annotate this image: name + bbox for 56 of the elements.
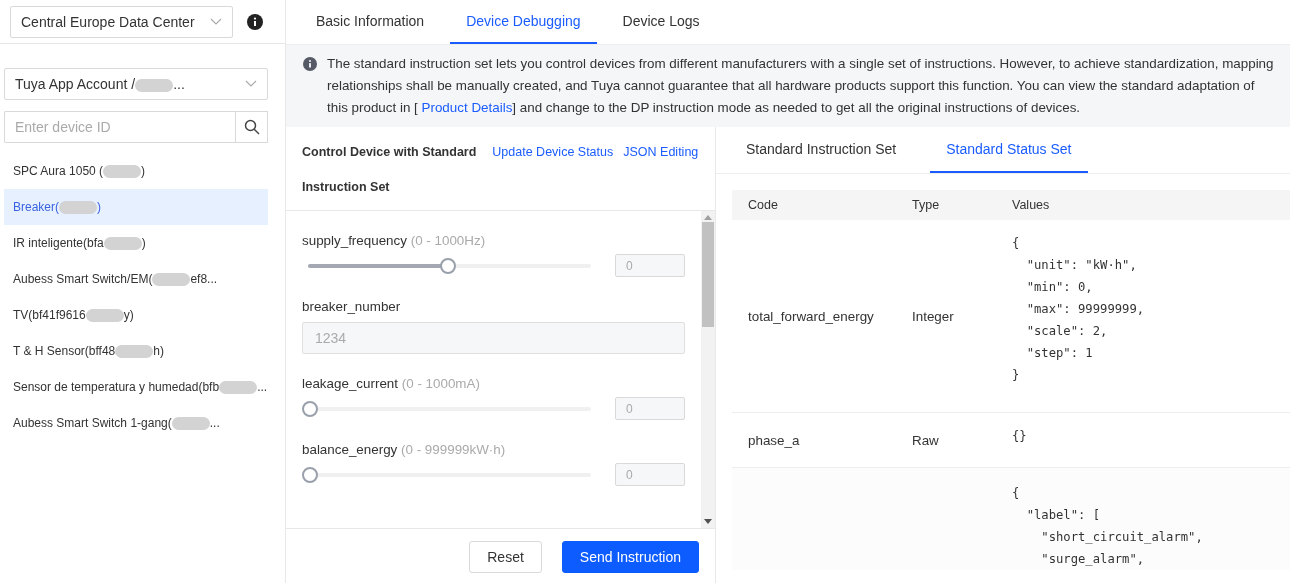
table-cell: phase_a [732,412,896,468]
redaction-mark [152,273,191,287]
device-item[interactable]: Sensor de temperatura y humedad(bfb ... [4,369,268,405]
redaction-mark [135,78,174,92]
device-item[interactable]: Aubess Smart Switch 1-gang( ... [4,405,268,441]
reset-button[interactable]: Reset [469,540,542,573]
notice-text: The standard instruction set lets you control devices from different manufacturers with a single set of instructions. However, to achieve standardization, mapping relationships shall be manually created, and Tuya cannot guarantee that all hardware products support this function. You can view the standard adaptation of this product in [ Product Details] and change to the DP instruction mode as needed to get all the original instructions of devices. [327,55,1274,117]
device-item[interactable]: Breaker( ) [4,189,268,225]
search-icon [243,119,260,135]
tab[interactable]: Device Logs [606,0,716,44]
table-cell: Integer [896,220,996,413]
chevron-down-icon [245,80,257,88]
device-item[interactable]: Aubess Smart Switch/EM( ef8... [4,261,268,297]
redaction-mark [103,237,142,251]
column-header: Values [996,190,1290,220]
redaction-mark [59,201,97,215]
device-item[interactable]: TV(bf41f9616 y) [4,297,268,333]
search-button[interactable] [235,111,268,143]
table-cell: total_forward_energy [732,220,896,413]
field-label: balance_energy (0 - 999999kW·h) [302,442,507,457]
link[interactable]: Update Device Status [492,145,614,159]
scroll-up-icon[interactable] [704,215,712,220]
column-header: Type [896,190,996,220]
redaction-mark [85,309,124,323]
field-label: leakage_current (0 - 1000mA) [302,376,481,391]
link[interactable]: JSON Editing [623,145,699,159]
field-label: breaker_number [302,299,402,314]
tab[interactable]: Standard Instruction Set [730,127,913,173]
redaction-mark [103,165,142,179]
info-icon [303,57,317,71]
json-value: { "unit": "kW·h", "min": 0, "max": 99999999, "scale": 2, "step": 1 } [1012,235,1146,384]
chevron-down-icon [210,17,222,26]
slider[interactable] [302,466,593,483]
send-button[interactable]: Send Instruction [561,540,699,573]
scrollbar[interactable] [701,211,715,528]
json-value: { "label": [ "short_circuit_alarm", "surge_alarm", [1012,485,1204,568]
tab[interactable]: Standard Status Set [930,127,1088,173]
redaction-mark [219,381,258,395]
column-header: Code [732,190,896,220]
slider[interactable] [302,400,593,417]
region-select[interactable]: Central Europe Data Center [10,5,233,38]
info-icon[interactable] [247,13,263,30]
table-cell: Raw [896,412,996,468]
section-title: Instruction Set [302,180,391,194]
panel-title: Control Device with Standard [302,145,477,159]
device-item[interactable]: SPC Aura 1050 ( ) [4,153,268,189]
scroll-down-icon[interactable] [704,519,712,524]
search-field[interactable]: Enter device ID [4,111,235,143]
redaction-mark [171,417,210,431]
account-select[interactable]: Tuya App Account / ... [4,68,268,100]
device-item[interactable]: T & H Sensor(bff48 h) [4,333,268,369]
redaction-mark [115,345,154,359]
field-label: supply_frequency (0 - 1000Hz) [302,233,487,248]
tab[interactable]: Basic Information [300,0,441,44]
device-item[interactable]: IR inteligente(bfa ) [4,225,268,261]
json-value: {} [1012,428,1028,445]
